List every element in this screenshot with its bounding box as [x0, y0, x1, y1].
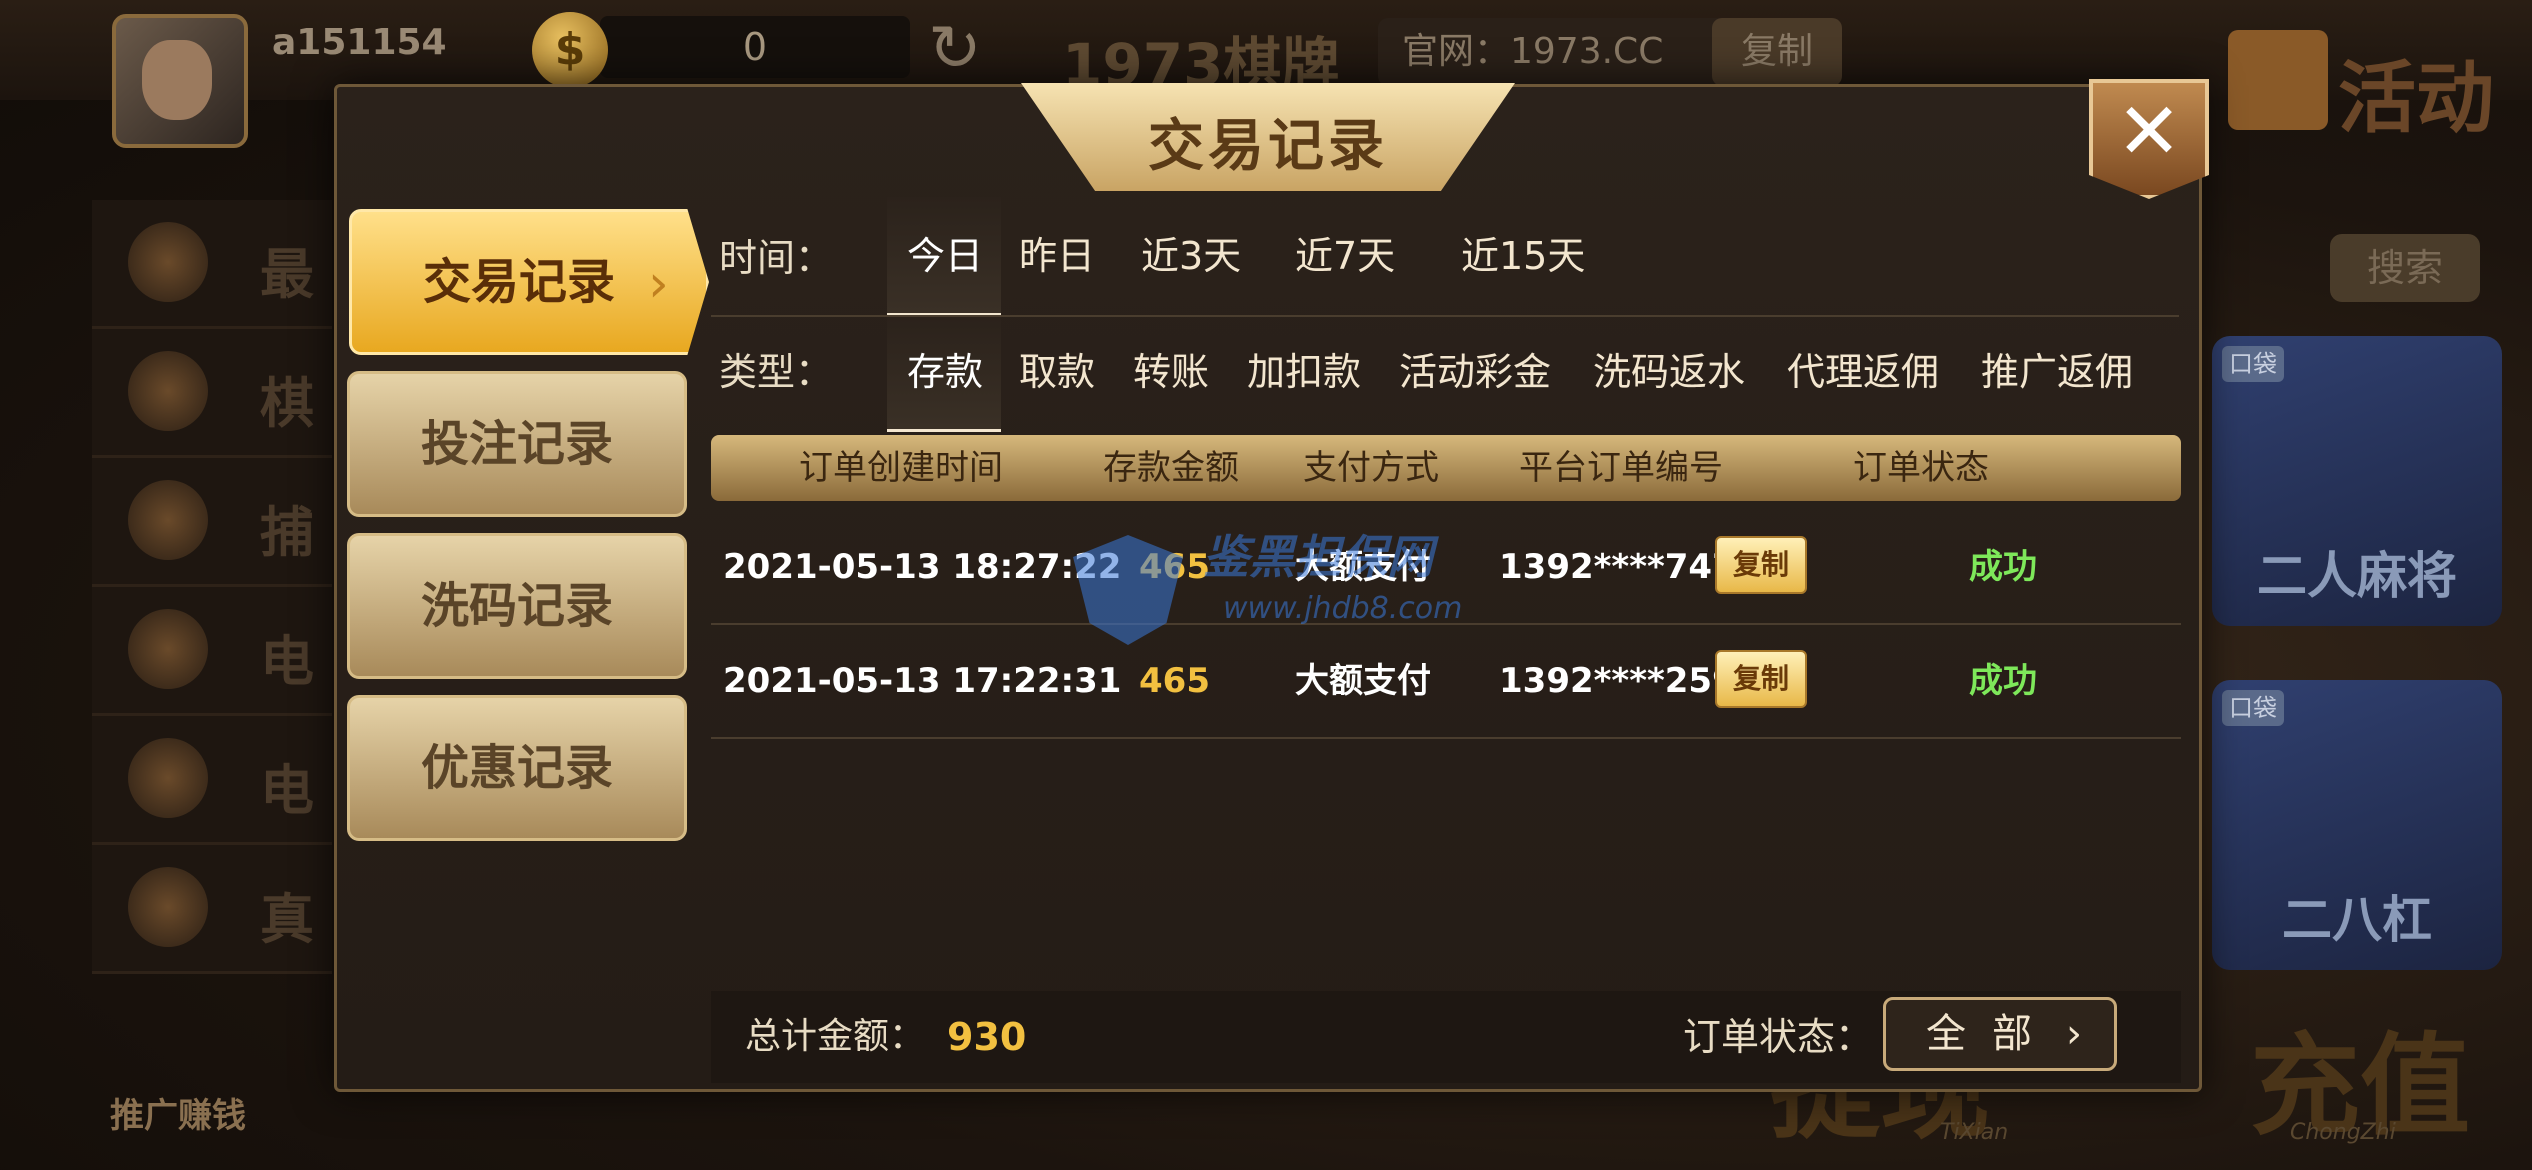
- type-option-rebate[interactable]: 洗码返水: [1593, 341, 1745, 396]
- site-copy-button[interactable]: 复制: [1712, 18, 1842, 86]
- game-name: 二人麻将: [2257, 547, 2457, 605]
- site-url: 官网：1973.CC: [1378, 18, 1732, 86]
- type-filter: 类型： 存款 取款 转账 加扣款 活动彩金 洗码返水 代理返佣 推广返佣: [719, 317, 2169, 433]
- game-name: 二八杠: [2282, 891, 2432, 949]
- time-option-yesterday[interactable]: 昨日: [1019, 225, 1095, 280]
- side-tab-label: 洗码记录: [420, 578, 613, 634]
- close-button[interactable]: ✕: [2089, 79, 2209, 199]
- avatar-face: [142, 40, 212, 120]
- side-tab-rebate[interactable]: 洗码记录: [347, 533, 687, 679]
- time-option-7days[interactable]: 近7天: [1295, 225, 1395, 280]
- nav-item[interactable]: 电: [92, 716, 332, 845]
- side-tab-transaction[interactable]: 交易记录 ›: [349, 209, 709, 355]
- type-option-referral-commission[interactable]: 推广返佣: [1981, 341, 2133, 396]
- modal-title-plate: 交易记录: [1021, 83, 1515, 191]
- cards-icon: [128, 351, 208, 431]
- nav-item[interactable]: 电: [92, 587, 332, 716]
- column-header: 存款金额: [1103, 448, 1239, 488]
- type-option-bonus[interactable]: 活动彩金: [1399, 341, 1551, 396]
- side-tab-label: 投注记录: [420, 416, 613, 472]
- type-filter-label: 类型：: [719, 350, 834, 394]
- game-category-nav: 最 棋 捕 电 电 真: [92, 200, 332, 990]
- type-option-agent-commission[interactable]: 代理返佣: [1787, 341, 1939, 396]
- type-option-withdraw[interactable]: 取款: [1019, 341, 1095, 396]
- side-tab-promotions[interactable]: 优惠记录: [347, 695, 687, 841]
- esports-icon: [128, 738, 208, 818]
- watermark-url: www.jhdb8.com: [1223, 591, 1463, 626]
- order-status: 成功: [1969, 661, 2037, 701]
- crown-icon: [128, 222, 208, 302]
- nav-item[interactable]: 最: [92, 200, 332, 329]
- recharge-en: ChongZhi: [2290, 1120, 2396, 1145]
- time-option-today[interactable]: 今日: [907, 225, 983, 280]
- column-header: 订单状态: [1853, 448, 1989, 488]
- side-tab-bets[interactable]: 投注记录: [347, 371, 687, 517]
- nav-item[interactable]: 棋: [92, 329, 332, 458]
- game-tag: 口袋: [2222, 690, 2284, 726]
- time-filter-label: 时间：: [719, 236, 834, 280]
- table-header: 订单创建时间 存款金额 支付方式 平台订单编号 订单状态: [711, 435, 2181, 501]
- order-status-label: 订单状态：: [1683, 1015, 1874, 1059]
- nav-item[interactable]: 捕: [92, 458, 332, 587]
- summary-footer: 总计金额： 930 订单状态： 全部 ›: [711, 991, 2181, 1083]
- order-status-dropdown[interactable]: 全部 ›: [1883, 997, 2117, 1071]
- fish-icon: [128, 480, 208, 560]
- game-tag: 口袋: [2222, 346, 2284, 382]
- nav-item[interactable]: 真: [92, 845, 332, 974]
- withdraw-en: TiXian: [1940, 1120, 2009, 1145]
- type-option-deposit[interactable]: 存款: [907, 341, 983, 396]
- order-status: 成功: [1969, 547, 2037, 587]
- column-header: 平台订单编号: [1519, 448, 1723, 488]
- watermark-shield-icon: [1073, 535, 1183, 645]
- time-option-15days[interactable]: 近15天: [1461, 225, 1585, 280]
- coin-icon: $: [532, 12, 608, 88]
- game-card[interactable]: 口袋 二人麻将: [2212, 336, 2502, 626]
- chevron-right-icon: ›: [648, 254, 669, 314]
- promo-label: 推广赚钱: [110, 1096, 246, 1136]
- time-filter: 时间： 今日 昨日 近3天 近7天 近15天: [719, 197, 2169, 316]
- column-header: 支付方式: [1303, 448, 1439, 488]
- promo-button[interactable]: 推广赚钱: [110, 1000, 280, 1140]
- watermark: 鉴黑担保网 www.jhdb8.com: [1073, 521, 1462, 671]
- avatar[interactable]: [112, 14, 248, 148]
- type-option-adjust[interactable]: 加扣款: [1247, 341, 1361, 396]
- transaction-record-modal: 交易记录 ✕ 交易记录 › 投注记录 洗码记录 优惠记录 时间： 今日 昨日 近…: [334, 79, 2209, 1092]
- close-icon: ✕: [2116, 87, 2182, 177]
- balance-display: 0: [600, 16, 910, 78]
- username: a151154: [272, 22, 447, 63]
- activity-label: 活动: [2338, 54, 2495, 144]
- modal-title: 交易记录: [1148, 114, 1388, 179]
- roulette-icon: [128, 867, 208, 947]
- copy-order-button[interactable]: 复制: [1715, 536, 1807, 594]
- order-status-value: 全部: [1926, 1011, 2058, 1057]
- order-time: 2021-05-13 18:27:22: [723, 547, 1122, 587]
- game-card[interactable]: 口袋 二八杠: [2212, 680, 2502, 970]
- total-amount: 930: [947, 1015, 1027, 1059]
- search-button[interactable]: 搜索: [2330, 234, 2480, 302]
- column-header: 订单创建时间: [799, 448, 1003, 488]
- side-tab-label: 优惠记录: [420, 740, 613, 796]
- chevron-right-icon: ›: [2066, 1011, 2082, 1057]
- watermark-text: 鉴黑担保网: [1203, 530, 1433, 584]
- copy-order-button[interactable]: 复制: [1715, 650, 1807, 708]
- gift-icon: [2228, 30, 2328, 130]
- time-option-3days[interactable]: 近3天: [1141, 225, 1241, 280]
- order-time: 2021-05-13 17:22:31: [723, 661, 1122, 701]
- type-option-transfer[interactable]: 转账: [1133, 341, 1209, 396]
- activity-button[interactable]: 活动: [2228, 10, 2518, 160]
- total-label: 总计金额：: [745, 1016, 926, 1057]
- slot-icon: [128, 609, 208, 689]
- refresh-icon[interactable]: ↻: [928, 12, 982, 86]
